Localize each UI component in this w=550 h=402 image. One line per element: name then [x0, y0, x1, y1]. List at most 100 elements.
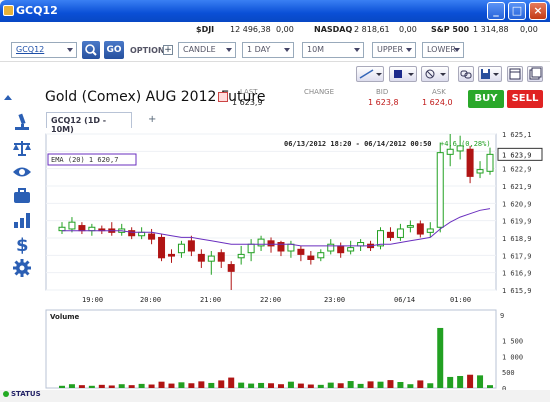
- gear-icon[interactable]: [12, 258, 32, 278]
- crosshair-tool-button[interactable]: [421, 66, 449, 82]
- y-tick-label: 1 620,9: [502, 200, 532, 208]
- dollar-icon[interactable]: $: [12, 234, 32, 254]
- x-tick-label: 01:00: [450, 296, 471, 304]
- chevron-down-icon: [406, 48, 412, 52]
- candle-body: [337, 245, 345, 254]
- maximize-button[interactable]: □: [508, 2, 526, 20]
- main-toolbar: GCQ12 GO OPTION + CANDLE 1 DAY 10M UPPER…: [0, 38, 550, 62]
- volume-bar: [287, 381, 294, 388]
- candle-body: [128, 230, 136, 237]
- volume-bar: [347, 381, 354, 388]
- search-button[interactable]: [82, 41, 100, 59]
- candle-body: [486, 153, 494, 172]
- candle-body: [287, 243, 295, 252]
- y-tick-label: 1 617,9: [502, 252, 532, 260]
- volume-bar: [138, 383, 145, 388]
- volume-bar: [277, 384, 284, 388]
- briefcase-icon[interactable]: [12, 186, 32, 206]
- sell-button[interactable]: SELL: [507, 90, 543, 108]
- line-tool-button[interactable]: [356, 66, 384, 82]
- volume-bar: [59, 385, 65, 388]
- buy-button[interactable]: BUY: [468, 90, 504, 108]
- chart-type-select[interactable]: CANDLE: [178, 42, 236, 58]
- left-sidebar: $: [0, 86, 40, 392]
- instrument-header: Gold (Comex) AUG 2012 Future LAST 1 623,…: [40, 86, 550, 110]
- ask-label: ASK: [432, 88, 446, 96]
- volume-bar: [98, 384, 105, 388]
- candle-body: [68, 221, 76, 230]
- candle-body: [396, 228, 404, 238]
- save-button[interactable]: [478, 66, 502, 82]
- status-label: STATUS: [11, 390, 41, 398]
- option-plus-icon[interactable]: +: [163, 45, 173, 55]
- eye-icon[interactable]: [12, 162, 32, 182]
- volume-tick-label: 1 000: [502, 353, 523, 361]
- drawing-toolbar: [0, 62, 550, 86]
- status-bar: STATUS: [0, 390, 550, 402]
- interval-select[interactable]: 10M: [302, 42, 364, 58]
- lower-select[interactable]: LOWER: [422, 42, 464, 58]
- candle-body: [197, 253, 205, 262]
- alert-icon[interactable]: [218, 92, 228, 102]
- link-button[interactable]: [458, 66, 474, 82]
- ema-legend-label: EMA (20) 1 620,7: [51, 156, 118, 164]
- app-icon: [3, 5, 14, 16]
- chart-svg: 1 625,11 624,01 622,91 621,91 620,91 619…: [45, 131, 543, 392]
- collapse-icon[interactable]: [3, 92, 13, 102]
- y-tick-label: 1 616,9: [502, 270, 532, 278]
- add-tab-button[interactable]: +: [148, 114, 156, 125]
- volume-bar: [108, 385, 115, 388]
- microscope-icon[interactable]: [12, 112, 32, 132]
- volume-bar: [447, 376, 454, 388]
- scales-icon[interactable]: [12, 138, 32, 158]
- candle-body: [476, 169, 484, 174]
- bar-chart-icon[interactable]: [12, 210, 32, 230]
- upper-select[interactable]: UPPER: [372, 42, 416, 58]
- period-select[interactable]: 1 DAY: [242, 42, 294, 58]
- tab-chart[interactable]: GCQ12 (1D - 10M): [46, 112, 132, 134]
- volume-bar: [377, 381, 384, 388]
- window-icon: [509, 68, 521, 80]
- last-price-tag-label: 1 623,9: [502, 151, 532, 159]
- ask-value: 1 624,0: [422, 98, 453, 107]
- candle-body: [257, 238, 265, 247]
- volume-bar: [297, 383, 304, 388]
- volume-bar: [118, 384, 125, 388]
- go-button[interactable]: GO: [104, 41, 124, 59]
- symbol-input[interactable]: GCQ12: [11, 42, 77, 58]
- minimize-button[interactable]: _: [487, 2, 505, 20]
- volume-bar: [78, 385, 85, 388]
- volume-bar: [188, 383, 195, 388]
- candle-body: [167, 253, 175, 257]
- volume-bar: [487, 385, 493, 388]
- color-tool-button[interactable]: [389, 66, 417, 82]
- volume-label: Volume: [50, 313, 80, 321]
- layout-button[interactable]: [507, 66, 523, 82]
- ticker-change: 0,00: [399, 25, 417, 34]
- volume-bar: [437, 327, 444, 388]
- x-tick-label: 22:00: [260, 296, 281, 304]
- volume-bar: [158, 381, 165, 388]
- volume-bar: [208, 382, 215, 388]
- last-label: LAST: [240, 88, 258, 96]
- ticker-value: 2 818,61: [354, 25, 390, 34]
- candle-body: [416, 223, 424, 235]
- y-tick-label: 1 621,9: [502, 183, 532, 191]
- ticker-bar: $DJI 12 496,38 0,00 NASDAQ 2 818,61 0,00…: [0, 22, 550, 38]
- window-title: GCQ12: [16, 4, 58, 17]
- candle-body: [386, 231, 394, 238]
- popout-button[interactable]: [527, 66, 543, 82]
- ticker-change: 0,00: [276, 25, 294, 34]
- close-button[interactable]: ×: [529, 2, 547, 20]
- candle-body: [177, 243, 185, 254]
- x-tick-label: 19:00: [82, 296, 103, 304]
- y-tick-label: 1 622,9: [502, 166, 532, 174]
- svg-text:$: $: [16, 235, 29, 254]
- title-bar: GCQ12 _ □ ×: [0, 0, 550, 22]
- candle-body: [247, 243, 255, 254]
- candle-body: [148, 233, 156, 240]
- volume-bar: [387, 380, 394, 388]
- chevron-down-icon: [67, 48, 73, 52]
- candle-body: [237, 253, 245, 259]
- volume-bar: [427, 383, 434, 388]
